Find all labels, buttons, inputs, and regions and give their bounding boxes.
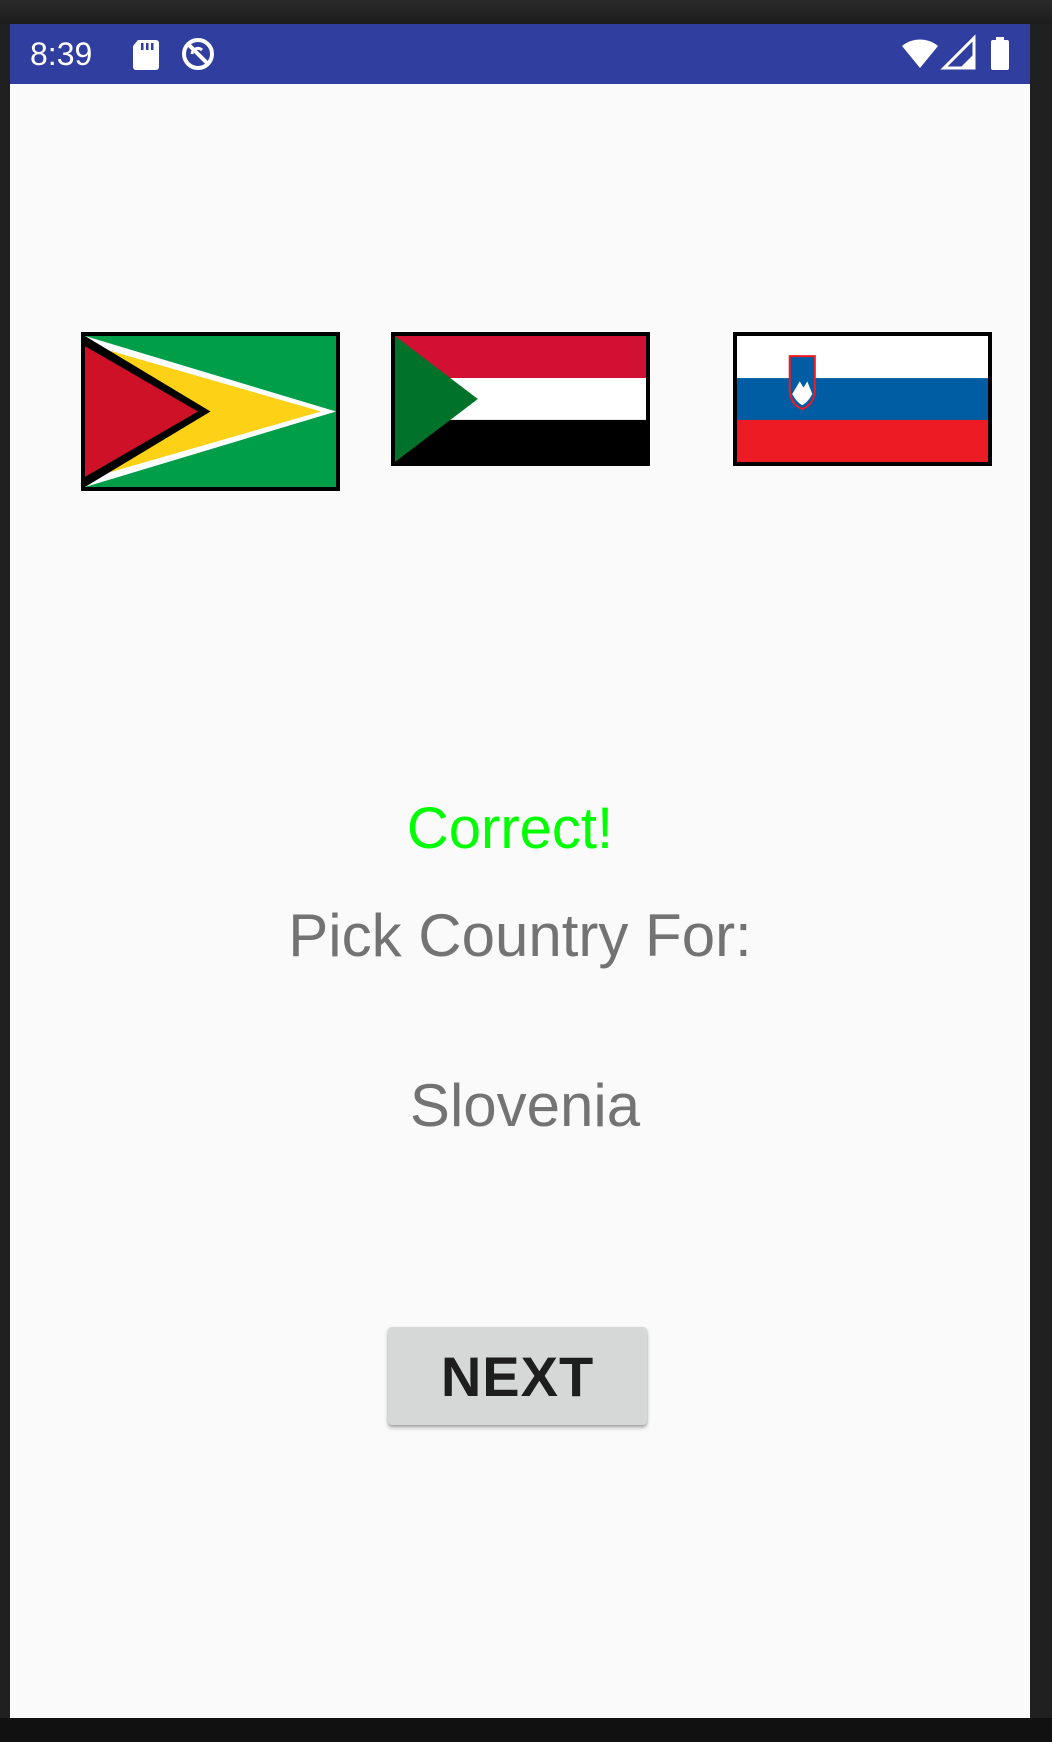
device-frame-top: [0, 0, 1052, 24]
wifi-icon: [900, 34, 940, 74]
status-time: 8:39: [30, 36, 93, 72]
slovenia-flag-option[interactable]: [733, 332, 992, 466]
sd-card-icon: [126, 34, 166, 74]
guyana-flag-option[interactable]: [81, 332, 340, 491]
slovenia-flag-icon: [737, 336, 988, 462]
device-frame-bottom: [0, 1718, 1052, 1742]
result-message: Correct!: [406, 796, 614, 861]
guyana-flag-icon: [85, 336, 336, 487]
sudan-flag-option[interactable]: [391, 332, 650, 466]
status-bar: 8:39: [10, 24, 1030, 84]
prompt-label: Pick Country For:: [288, 902, 752, 969]
phone-screen: 8:39 Correct! Pick Country For: Slovenia…: [10, 24, 1030, 1718]
sudan-flag-icon: [395, 336, 646, 462]
target-country-name: Slovenia: [409, 1072, 641, 1139]
sync-disabled-icon: [178, 34, 218, 74]
battery-icon: [980, 34, 1020, 74]
next-button[interactable]: NEXT: [388, 1327, 647, 1425]
cell-signal-icon: [940, 34, 980, 74]
